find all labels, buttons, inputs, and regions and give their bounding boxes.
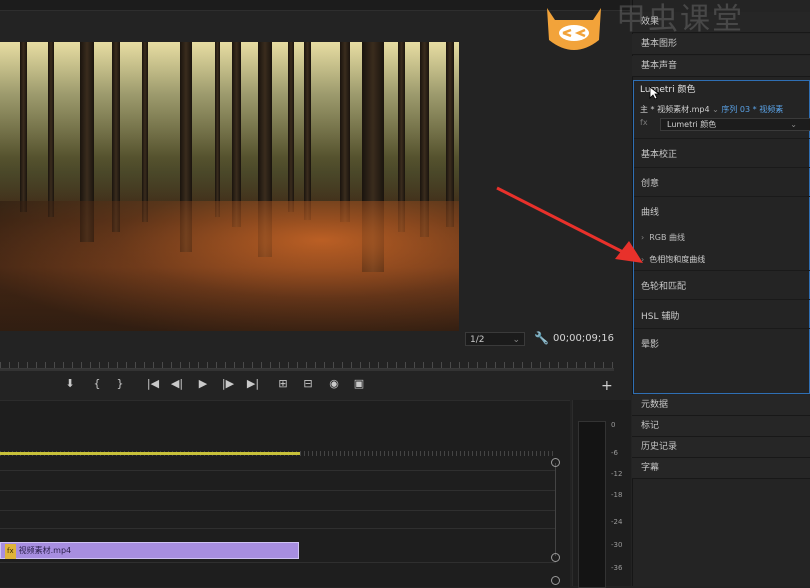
tab-history[interactable]: 历史记录 (632, 437, 810, 458)
track-divider (0, 510, 556, 511)
chevron-down-icon: ⌄ (712, 105, 722, 114)
mouse-cursor-icon (649, 86, 661, 100)
zoom-level-value: 1/2 (470, 335, 485, 345)
video-clip[interactable]: fx 视频素材.mp4 (0, 542, 299, 559)
playhead-timecode[interactable]: 00;00;09;16 (553, 333, 614, 344)
source-sequence-row[interactable]: 主 * 视频素材.mp4 ⌄ 序列 03 * 视频素 (640, 104, 783, 115)
sequence-label[interactable]: 序列 03 * 视频素 (721, 105, 783, 114)
section-color-wheels[interactable]: 色轮和匹配 (641, 279, 686, 292)
video-preview (0, 42, 459, 331)
meter-scale-label: -18 (611, 491, 623, 499)
section-basic-correction[interactable]: 基本校正 (641, 147, 677, 160)
section-divider (634, 196, 810, 197)
go-to-out-button[interactable]: ▶| (245, 377, 261, 390)
zoom-level-select[interactable]: 1/2 ⌄ (465, 332, 525, 346)
meter-scale-label: -12 (611, 470, 623, 478)
section-divider (634, 299, 810, 300)
step-back-button[interactable]: ◀| (169, 377, 185, 390)
add-button-editor[interactable]: + (601, 378, 613, 394)
lift-button[interactable]: ⊞ (275, 377, 291, 390)
hue-sat-curves-label: 色相饱和度曲线 (649, 255, 706, 264)
section-divider (634, 138, 810, 139)
meter-scale-label: -30 (611, 541, 623, 549)
monitor-scrub-bar[interactable] (0, 369, 614, 371)
fx-icon: fx (640, 118, 648, 127)
track-divider (0, 490, 556, 491)
meter-scale-label: -36 (611, 564, 623, 572)
meter-scale-label: -24 (611, 518, 623, 526)
export-frame-button[interactable]: ◉ (326, 377, 342, 390)
scroll-handle-bottom[interactable] (551, 553, 560, 562)
mark-in-button[interactable]: { (89, 377, 105, 390)
section-divider (634, 270, 810, 271)
watermark-logo (547, 8, 601, 50)
rgb-curves-item[interactable]: › RGB 曲线 (641, 232, 685, 243)
tab-essential-sound[interactable]: 基本声音 (632, 56, 810, 77)
section-divider (634, 328, 810, 329)
meter-scale-label: 0 (611, 421, 616, 429)
add-marker-button[interactable]: ⬇ (62, 377, 78, 390)
source-label: 主 * 视频素材.mp4 (640, 105, 710, 114)
extract-button[interactable]: ⊟ (300, 377, 316, 390)
track-divider (0, 562, 556, 563)
track-divider (0, 470, 556, 471)
rgb-curves-label: RGB 曲线 (649, 233, 685, 242)
section-vignette[interactable]: 晕影 (641, 337, 659, 350)
tab-captions[interactable]: 字幕 (632, 458, 810, 479)
scroll-handle-top[interactable] (551, 458, 560, 467)
audio-meter-bar (578, 421, 606, 588)
section-hsl-secondary[interactable]: HSL 辅助 (641, 309, 679, 322)
effect-select[interactable]: Lumetri 颜色 ⌄ (660, 118, 810, 131)
hue-sat-curves-item[interactable]: › 色相饱和度曲线 (641, 254, 705, 265)
effect-row: fx Lumetri 颜色 ⌄ (640, 118, 810, 132)
tab-markers[interactable]: 标记 (632, 416, 810, 437)
chevron-down-icon: ⌄ (790, 120, 797, 129)
timeline-scrollbar[interactable] (555, 463, 556, 556)
section-divider (634, 167, 810, 168)
go-to-in-button[interactable]: |◀ (145, 377, 161, 390)
monitor-time-ruler[interactable] (0, 352, 614, 369)
red-arrow-annotation (496, 186, 643, 263)
monitor-top-strip (0, 0, 630, 11)
meter-scale-label: -6 (611, 449, 618, 457)
effect-select-value: Lumetri 颜色 (667, 120, 717, 129)
wrench-icon[interactable]: 🔧 (534, 331, 549, 345)
tab-metadata[interactable]: 元数据 (632, 395, 810, 416)
fx-badge: fx (5, 544, 16, 559)
watermark-text: 甲虫课堂 (616, 2, 744, 37)
scroll-handle-extra[interactable] (551, 576, 560, 585)
play-button[interactable]: ▶ (195, 377, 211, 390)
step-forward-button[interactable]: |▶ (220, 377, 236, 390)
work-area-bar[interactable] (0, 452, 300, 455)
clip-label: 视频素材.mp4 (18, 546, 72, 555)
mark-out-button[interactable]: } (112, 377, 128, 390)
timeline-ruler[interactable] (0, 445, 556, 457)
compare-view-button[interactable]: ▣ (351, 377, 367, 390)
chevron-down-icon: ⌄ (512, 335, 520, 345)
track-divider (0, 528, 556, 529)
